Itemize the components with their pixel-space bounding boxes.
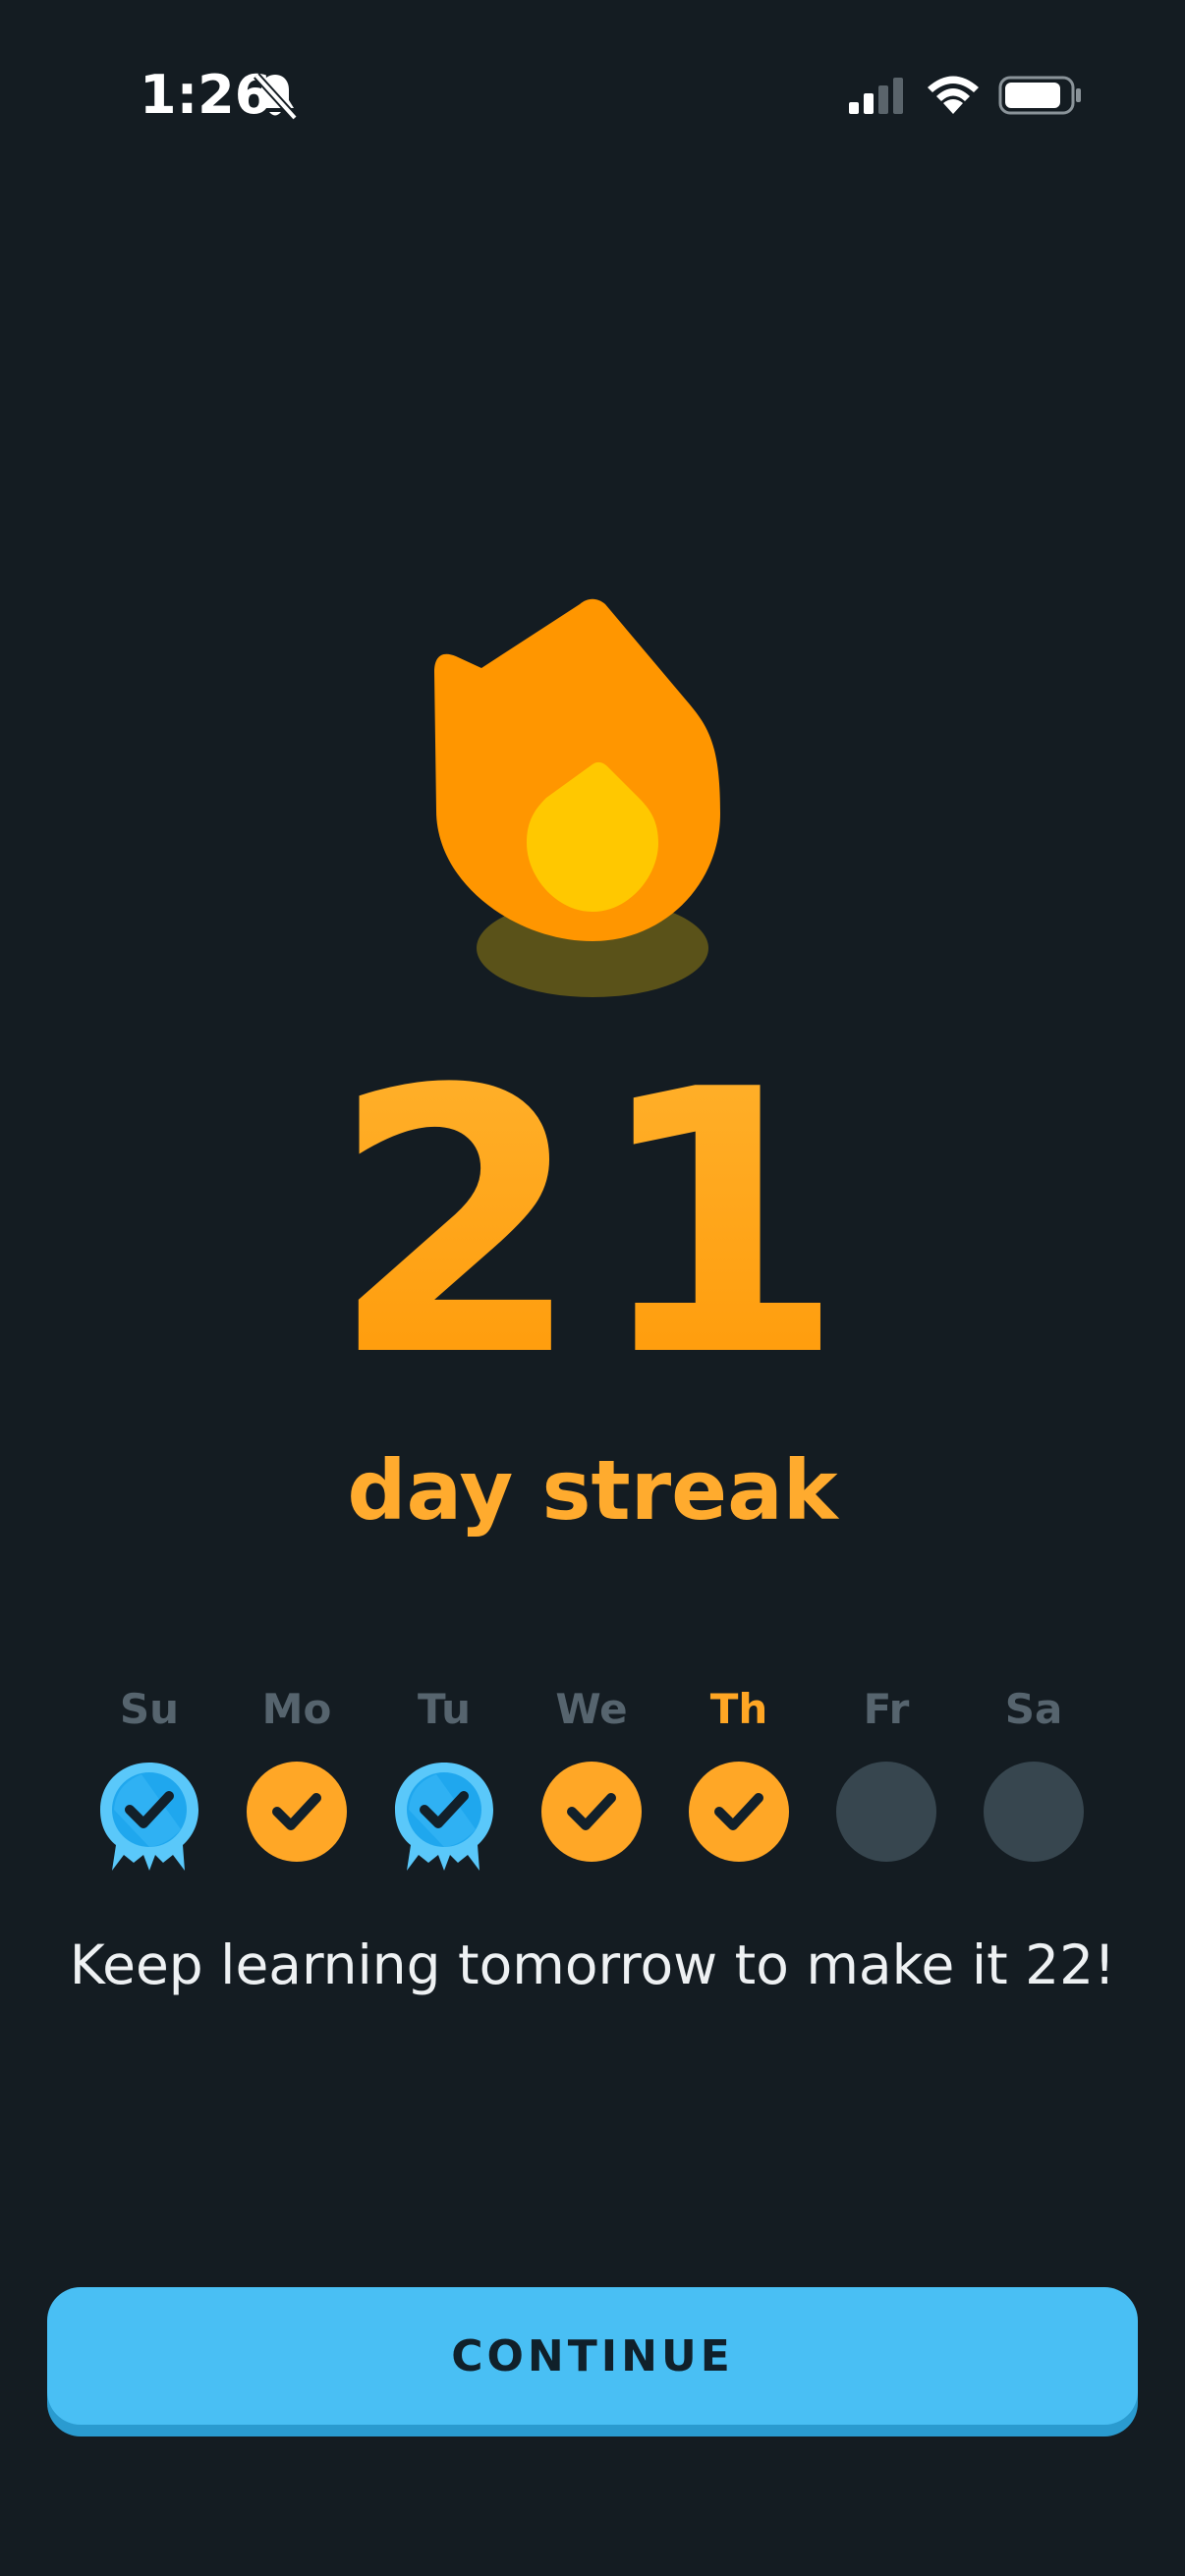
check-icon [247,1762,347,1862]
streak-freeze-check-icon [395,1763,493,1871]
continue-button-label: CONTINUE [451,2330,734,2381]
day-monday: Mo [238,1680,356,1916]
battery-icon [998,76,1081,115]
check-icon [541,1762,642,1862]
day-label: Tu [418,1685,471,1733]
day-label: Fr [863,1685,910,1733]
day-label: Sa [1004,1685,1063,1733]
streak-message: Keep learning tomorrow to make it 22! [69,1933,1116,1996]
day-label: Mo [261,1685,332,1733]
day-tuesday: Tu [385,1680,503,1916]
week-progress: Su Mo Tu We Th Fr Sa [0,1680,1185,1916]
wifi-icon [928,76,979,114]
day-sunday: Su [90,1680,208,1916]
empty-day-circle [984,1762,1084,1862]
streak-label: day streak [347,1442,838,1539]
day-label: Su [119,1685,180,1733]
empty-day-circle [836,1762,936,1862]
flame-icon [434,598,720,997]
day-label-today: Th [709,1685,768,1733]
day-friday: Fr [827,1680,945,1916]
streak-freeze-check-icon [100,1763,198,1871]
continue-button[interactable]: CONTINUE [47,2287,1138,2425]
day-label: We [555,1685,628,1733]
check-icon [689,1762,789,1862]
day-saturday: Sa [975,1680,1093,1916]
day-wednesday: We [533,1680,650,1916]
streak-count: 21 [0,1043,1185,1407]
cellular-signal-icon [849,78,903,114]
bell-slash-icon [254,73,298,121]
day-thursday: Th [680,1680,798,1916]
